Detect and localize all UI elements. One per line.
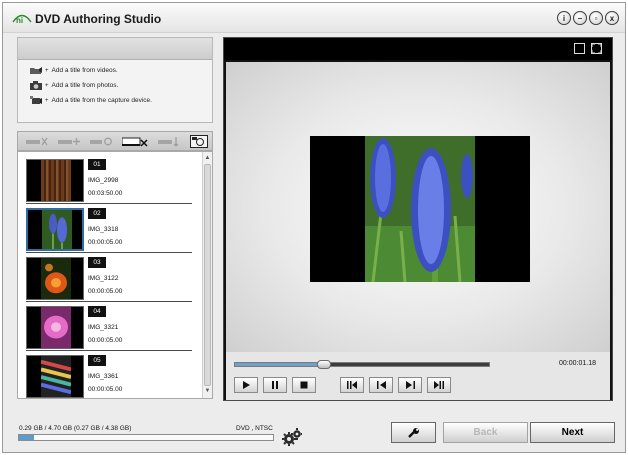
step-back-icon (376, 381, 386, 389)
play-icon (243, 381, 250, 389)
remove-clip-icon[interactable] (122, 136, 148, 147)
skip-end-button[interactable] (427, 377, 451, 393)
preview-photo (365, 136, 475, 282)
fullscreen-icon[interactable] (591, 43, 602, 54)
wrench-icon (407, 427, 419, 438)
capture-device-icon (30, 96, 42, 104)
scroll-up-icon[interactable]: ▲ (203, 154, 212, 163)
stop-button[interactable] (292, 377, 316, 393)
video-folder-icon (30, 67, 42, 74)
list-item[interactable]: 04 IMG_3321 00:00:05.00 (18, 302, 194, 351)
title-thumbnail (26, 159, 84, 202)
restore-icon[interactable]: ▫ (589, 11, 603, 25)
step-forward-button[interactable] (398, 377, 422, 393)
title-thumbnail (26, 355, 84, 398)
preview-header (224, 38, 612, 60)
back-button[interactable]: Back (443, 422, 528, 443)
step-forward-icon (405, 381, 415, 389)
stop-icon (300, 381, 308, 389)
camera-icon (30, 81, 42, 90)
title-name: IMG_2998 (88, 177, 119, 184)
skip-start-icon (347, 381, 357, 389)
title-name: IMG_3318 (88, 226, 119, 233)
seek-slider[interactable] (234, 360, 490, 369)
title-number-badge: 05 (88, 355, 106, 366)
title-list-toolbar (17, 131, 213, 151)
seek-handle[interactable] (316, 360, 331, 369)
pink-flower-photo-icon (41, 307, 71, 348)
refresh-icon[interactable] (90, 136, 112, 147)
add-panel-header (18, 38, 212, 60)
app-window: hi DVD Authoring Studio i – ▫ x + Add a … (2, 2, 626, 453)
list-item[interactable]: 01 IMG_2998 00:03:50.00 (18, 155, 194, 204)
list-item[interactable]: 05 IMG_3361 00:00:05.00 (18, 351, 194, 398)
burn-preview-icon[interactable] (190, 135, 208, 148)
title-duration: 00:00:05.00 (88, 337, 123, 344)
flower-photo-icon (42, 210, 72, 249)
window-controls: i – ▫ x (557, 11, 619, 25)
window-mode-icon[interactable] (574, 43, 585, 54)
app-title: DVD Authoring Studio (35, 12, 162, 26)
skip-start-button[interactable] (340, 377, 364, 393)
footer-bar: 0.29 GB / 4.70 GB (0.27 GB / 4.38 GB) DV… (3, 415, 625, 452)
current-time: 00:00:01.18 (559, 360, 596, 367)
scroll-thumb[interactable] (204, 164, 211, 386)
title-list-scrollbar[interactable]: ▲ ▼ (202, 152, 212, 398)
title-duration: 00:03:50.00 (88, 190, 123, 197)
orange-flower-photo-icon (41, 258, 71, 299)
scroll-down-icon[interactable]: ▼ (203, 387, 212, 396)
abstract-photo-icon (41, 356, 71, 397)
list-item[interactable]: 02 IMG_3318 00:00:05.00 (18, 204, 194, 253)
video-frame[interactable] (310, 136, 530, 282)
add-from-photos[interactable]: + Add a title from photos. (30, 81, 118, 90)
add-title-panel: + Add a title from videos. + Add a title… (17, 37, 213, 123)
disc-capacity-fill (19, 435, 35, 440)
pause-button[interactable] (263, 377, 287, 393)
add-capture-label: Add a title from the capture device. (51, 97, 152, 104)
title-thumbnail (26, 257, 84, 300)
title-number-badge: 02 (88, 208, 106, 219)
add-title-icon[interactable] (58, 136, 80, 147)
title-name: IMG_3361 (88, 373, 119, 380)
close-icon[interactable]: x (605, 11, 619, 25)
disc-format-text: DVD , NTSC (236, 425, 273, 432)
preview-panel: 00:00:01.18 (223, 37, 613, 401)
delete-title-icon[interactable] (26, 136, 48, 147)
add-videos-label: Add a title from videos. (51, 67, 118, 74)
title-thumbnail (26, 306, 84, 349)
title-list: 01 IMG_2998 00:03:50.00 02 IMG_3318 00:0… (17, 151, 213, 399)
title-name: IMG_3321 (88, 324, 119, 331)
tools-button[interactable] (391, 422, 436, 443)
info-icon[interactable]: i (557, 11, 571, 25)
svg-text:hi: hi (16, 16, 23, 24)
app-logo-icon: hi (12, 14, 32, 24)
add-photos-label: Add a title from photos. (51, 82, 119, 89)
play-button[interactable] (234, 377, 258, 393)
title-name: IMG_3122 (88, 275, 119, 282)
insert-icon[interactable] (158, 136, 180, 147)
disc-capacity-text: 0.29 GB / 4.70 GB (0.27 GB / 4.38 GB) (19, 425, 132, 432)
playback-controls: 00:00:01.18 (226, 352, 610, 400)
skip-end-icon (434, 381, 444, 389)
disc-capacity-bar (18, 434, 274, 441)
title-bar: hi DVD Authoring Studio i – ▫ x (3, 3, 625, 33)
add-from-videos[interactable]: + Add a title from videos. (30, 66, 118, 75)
next-button[interactable]: Next (530, 422, 615, 443)
title-number-badge: 04 (88, 306, 106, 317)
title-duration: 00:00:05.00 (88, 386, 123, 393)
title-duration: 00:00:05.00 (88, 239, 123, 246)
add-from-capture[interactable]: + Add a title from the capture device. (30, 96, 152, 105)
title-number-badge: 03 (88, 257, 106, 268)
list-item[interactable]: 03 IMG_3122 00:00:05.00 (18, 253, 194, 302)
wood-photo-icon (41, 160, 71, 201)
preview-stage (226, 62, 610, 352)
seek-progress (235, 363, 324, 366)
title-duration: 00:00:05.00 (88, 288, 123, 295)
step-back-button[interactable] (369, 377, 393, 393)
pause-icon (272, 381, 278, 389)
title-number-badge: 01 (88, 159, 106, 170)
settings-gears-icon[interactable] (282, 428, 302, 446)
title-thumbnail (26, 208, 84, 251)
minimize-icon[interactable]: – (573, 11, 587, 25)
